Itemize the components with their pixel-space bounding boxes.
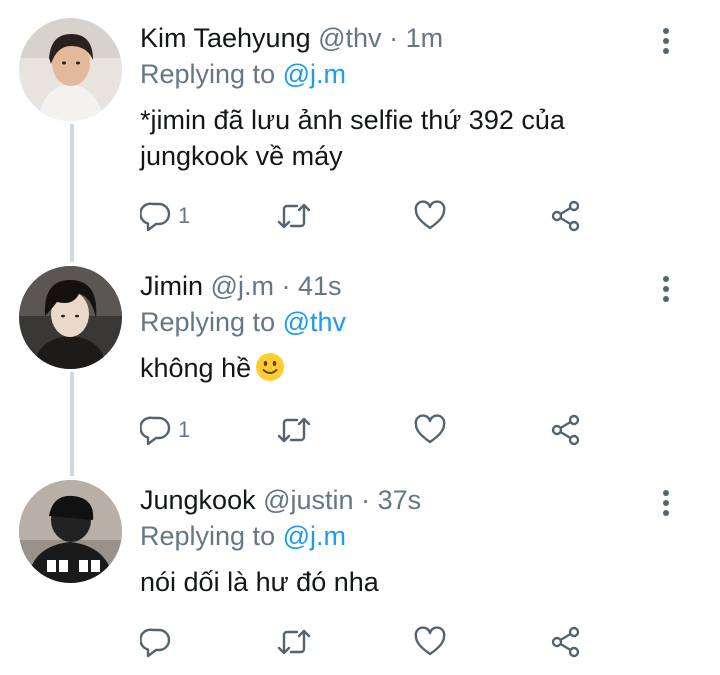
timestamp[interactable]: 37s [378, 485, 422, 515]
share-button[interactable] [550, 196, 582, 236]
like-button[interactable] [414, 196, 446, 236]
tweet-text: nói dối là hư đó nha [140, 567, 379, 597]
user-handle[interactable]: @thv [318, 23, 381, 53]
timestamp[interactable]: 41s [298, 271, 342, 301]
separator-dot: · [361, 485, 371, 515]
tweet-header: Jungkook @justin · 37s [140, 482, 421, 518]
share-icon [550, 626, 582, 658]
reply-count: 1 [178, 417, 191, 442]
tweet-actions: 1 [140, 196, 600, 236]
share-button[interactable] [550, 622, 582, 662]
reply-icon [140, 414, 172, 446]
more-vertical-icon[interactable] [654, 26, 678, 56]
like-button[interactable] [414, 410, 446, 450]
tweet-text: *jimin đã lưu ảnh selfie thứ 392 của jun… [140, 105, 565, 171]
retweet-button[interactable] [276, 410, 312, 450]
mention-link[interactable]: @j.m [283, 59, 346, 89]
like-button[interactable] [414, 622, 446, 662]
share-button[interactable] [550, 410, 582, 450]
replying-label: Replying to [140, 521, 276, 551]
like-icon [414, 626, 446, 658]
mention-link[interactable]: @thv [283, 307, 346, 337]
more-vertical-icon[interactable] [654, 274, 678, 304]
tweet-header: Jimin @j.m · 41s [140, 268, 342, 304]
tweet-text: không hề [140, 353, 252, 383]
retweet-button[interactable] [276, 622, 312, 662]
slightly-smiling-face-icon [255, 352, 285, 382]
timestamp[interactable]: 1m [406, 23, 444, 53]
separator-dot: · [281, 271, 291, 301]
like-icon [414, 200, 446, 232]
retweet-icon [276, 626, 312, 658]
replying-to: Replying to @j.m [140, 518, 346, 554]
reply-button[interactable] [140, 622, 178, 662]
tweet-text-container: không hề [140, 350, 660, 386]
mention-link[interactable]: @j.m [283, 521, 346, 551]
reply-icon [140, 200, 172, 232]
retweet-button[interactable] [276, 196, 312, 236]
tweet-header: Kim Taehyung @thv · 1m [140, 20, 443, 56]
replying-to: Replying to @j.m [140, 56, 346, 92]
replying-to: Replying to @thv [140, 304, 346, 340]
user-handle[interactable]: @justin [263, 485, 353, 515]
reply-button[interactable]: 1 [140, 196, 190, 236]
tweet[interactable]: Kim Taehyung @thv · 1m Replying to @j.m … [0, 0, 720, 245]
reply-button[interactable]: 1 [140, 410, 190, 450]
reply-count: 1 [178, 203, 191, 228]
replying-label: Replying to [140, 307, 276, 337]
share-icon [550, 414, 582, 446]
more-vertical-icon[interactable] [654, 488, 678, 518]
avatar[interactable] [19, 18, 122, 121]
display-name[interactable]: Kim Taehyung [140, 23, 311, 53]
tweet[interactable]: Jimin @j.m · 41s Replying to @thv không … [0, 248, 720, 463]
replying-label: Replying to [140, 59, 276, 89]
display-name[interactable]: Jungkook [140, 485, 256, 515]
avatar[interactable] [19, 266, 122, 369]
avatar[interactable] [19, 480, 122, 583]
reply-icon [140, 626, 172, 658]
user-handle[interactable]: @j.m [211, 271, 274, 301]
like-icon [414, 414, 446, 446]
retweet-icon [276, 200, 312, 232]
tweet[interactable]: Jungkook @justin · 37s Replying to @j.m … [0, 462, 720, 675]
retweet-icon [276, 414, 312, 446]
separator-dot: · [389, 23, 399, 53]
tweet-actions: 1 [140, 410, 600, 450]
share-icon [550, 200, 582, 232]
display-name[interactable]: Jimin [140, 271, 203, 301]
tweet-actions [140, 622, 600, 662]
